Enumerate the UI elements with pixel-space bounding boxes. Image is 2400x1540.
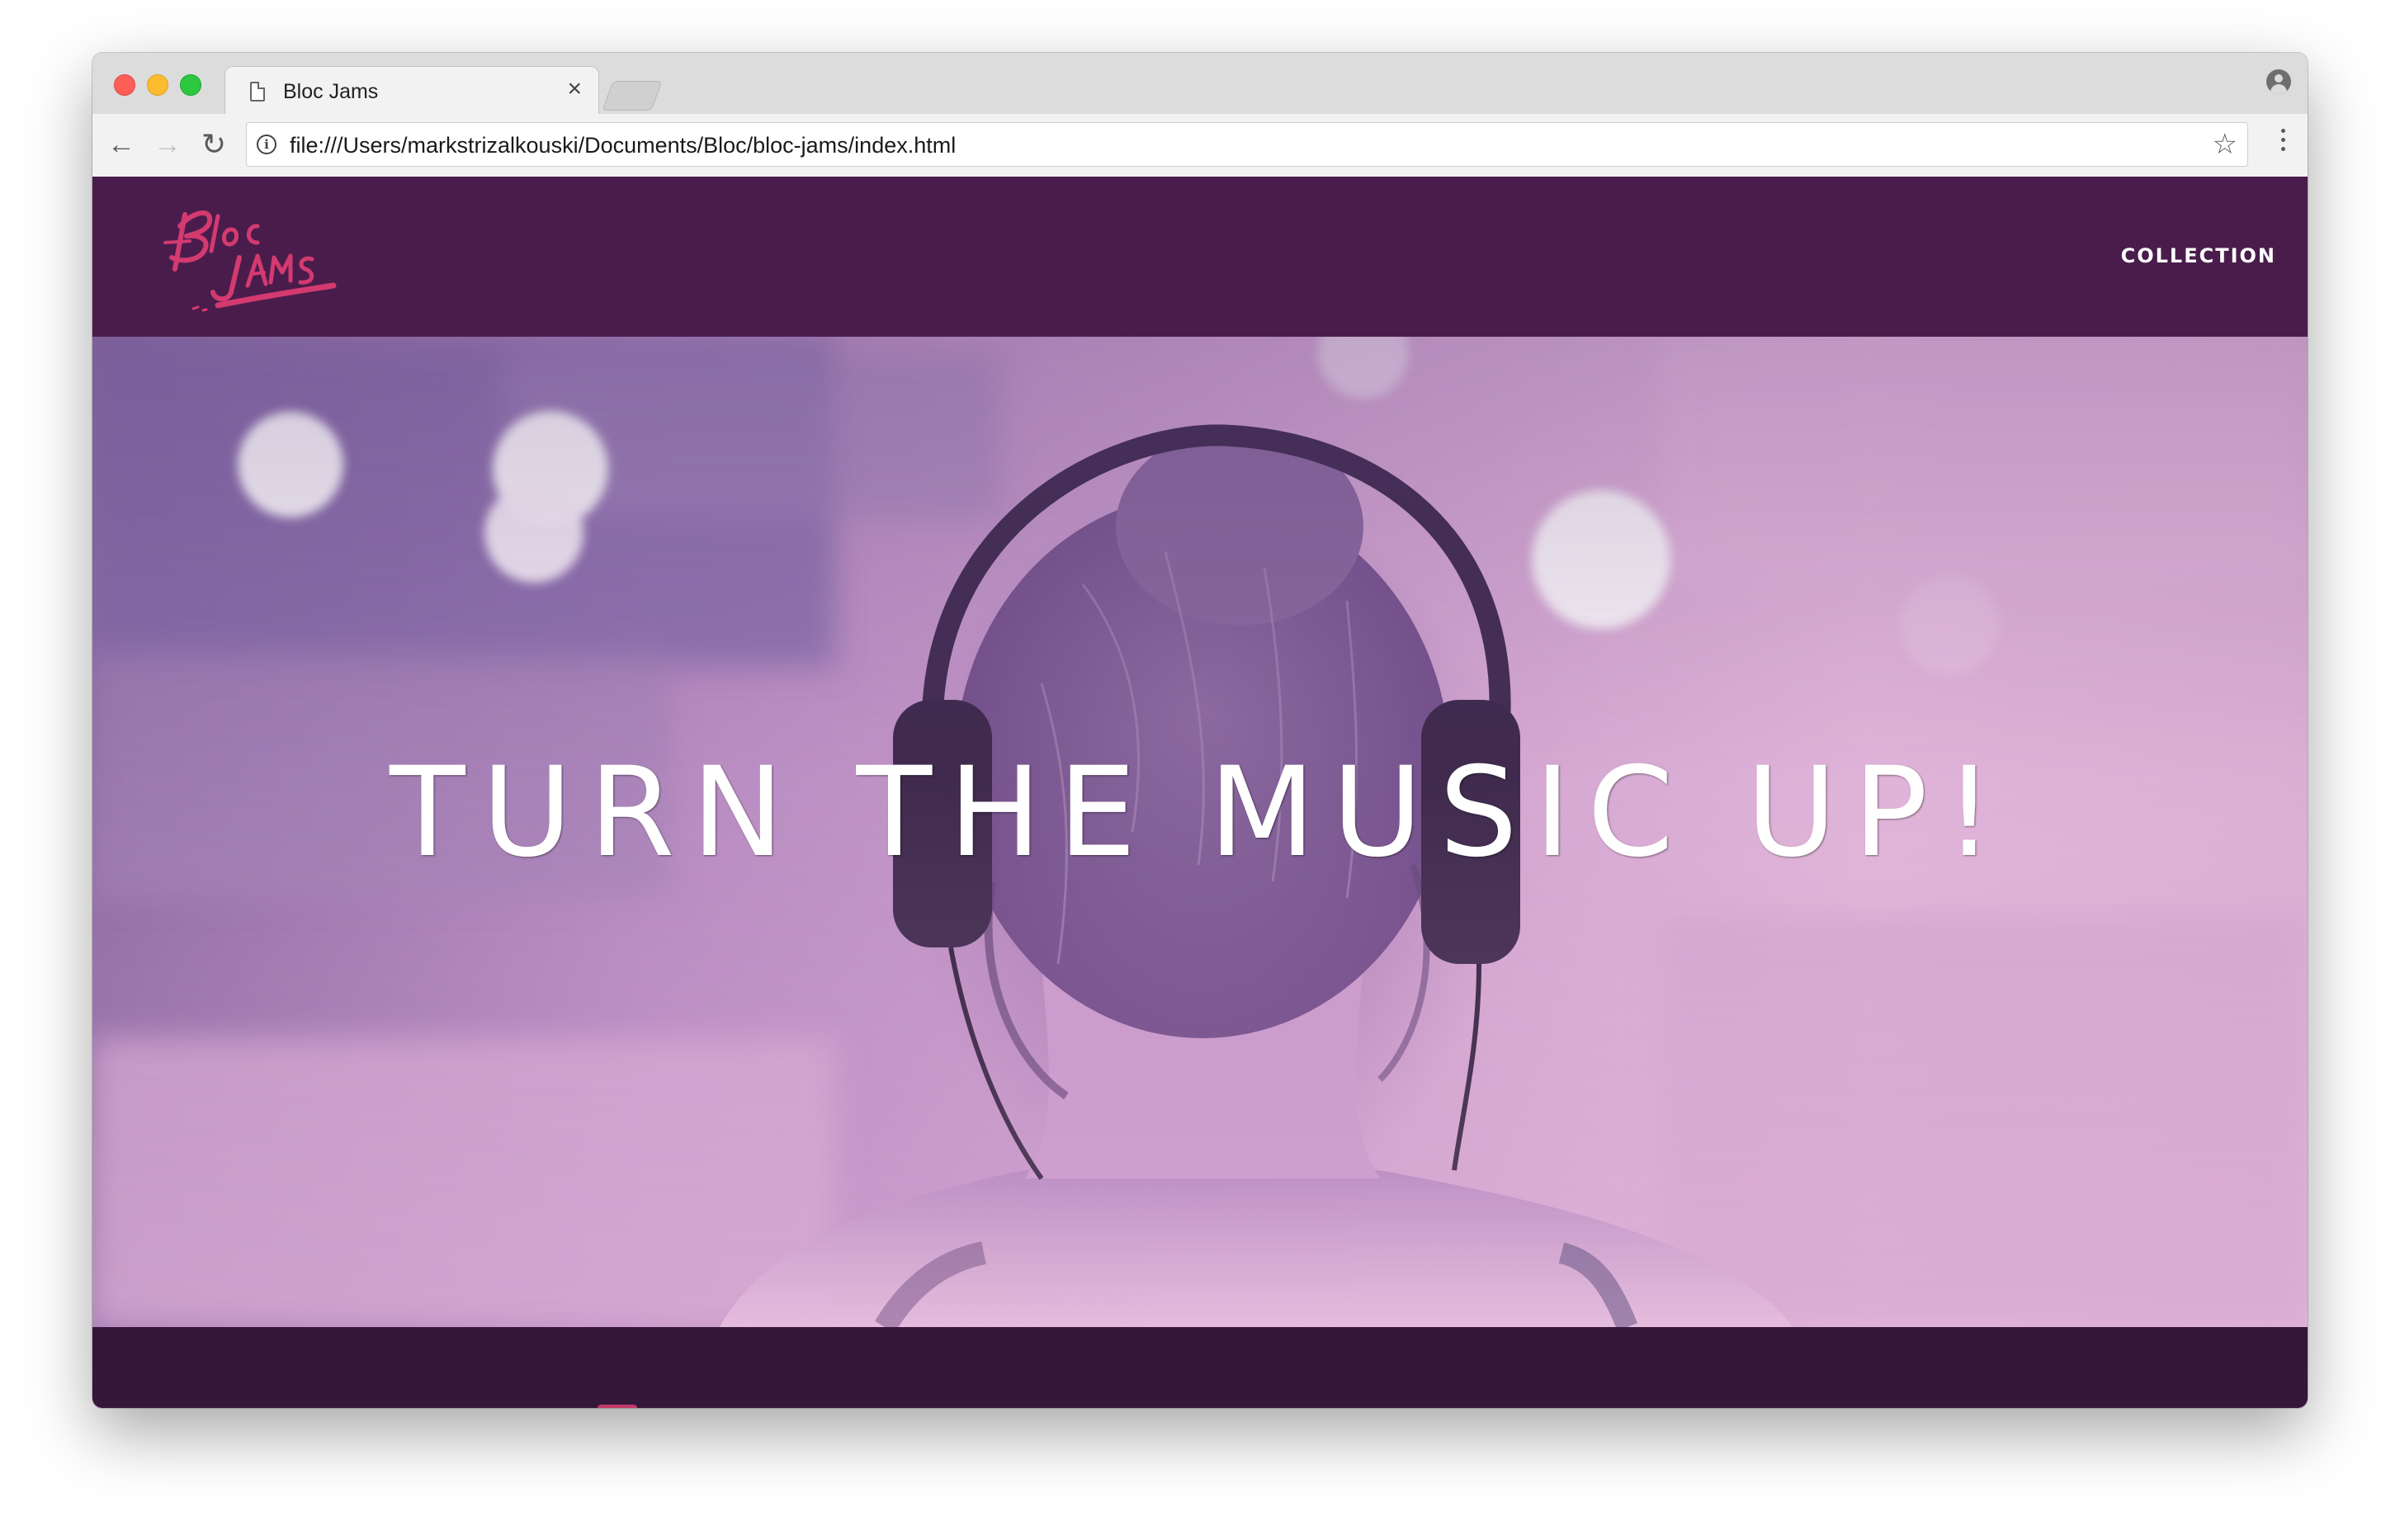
new-tab-button[interactable] bbox=[602, 81, 663, 111]
web-page: COLLECTION TURN THE MUSIC UP! bbox=[92, 177, 2308, 1408]
url-text[interactable]: file:///Users/markstrizalkouski/Document… bbox=[290, 133, 956, 158]
hero-section: TURN THE MUSIC UP! bbox=[92, 337, 2308, 1327]
tab-title: Bloc Jams bbox=[283, 80, 379, 103]
document-icon bbox=[250, 82, 265, 102]
info-icon[interactable]: i bbox=[257, 135, 276, 154]
landing-section-band bbox=[92, 1327, 2308, 1408]
vertical-dots-icon[interactable] bbox=[2281, 129, 2286, 160]
browser-window: Bloc Jams × ← → ↻ i file:///Users/markst… bbox=[92, 53, 2308, 1408]
forward-arrow-icon[interactable]: → bbox=[152, 129, 183, 160]
minimize-window-button[interactable] bbox=[147, 74, 168, 96]
site-navbar: COLLECTION bbox=[92, 177, 2308, 337]
maximize-window-button[interactable] bbox=[180, 74, 201, 96]
account-circle-icon[interactable] bbox=[2266, 69, 2291, 94]
reload-icon[interactable]: ↻ bbox=[198, 129, 229, 160]
nav-link-collection[interactable]: COLLECTION bbox=[2121, 244, 2276, 267]
close-tab-icon[interactable]: × bbox=[567, 75, 582, 102]
bookmark-star-icon[interactable]: ☆ bbox=[2213, 128, 2237, 161]
back-arrow-icon[interactable]: ← bbox=[106, 129, 137, 160]
address-bar[interactable]: i file:///Users/markstrizalkouski/Docume… bbox=[246, 122, 2248, 167]
browser-tab[interactable]: Bloc Jams × bbox=[224, 66, 599, 116]
hero-title: TURN THE MUSIC UP! bbox=[390, 741, 2010, 885]
browser-toolbar: ← → ↻ i file:///Users/markstrizalkouski/… bbox=[92, 114, 2308, 177]
decorative-mark bbox=[598, 1405, 637, 1408]
bloc-jams-logo[interactable] bbox=[160, 193, 342, 317]
close-window-button[interactable] bbox=[114, 74, 135, 96]
browser-titlebar: Bloc Jams × bbox=[92, 53, 2308, 116]
